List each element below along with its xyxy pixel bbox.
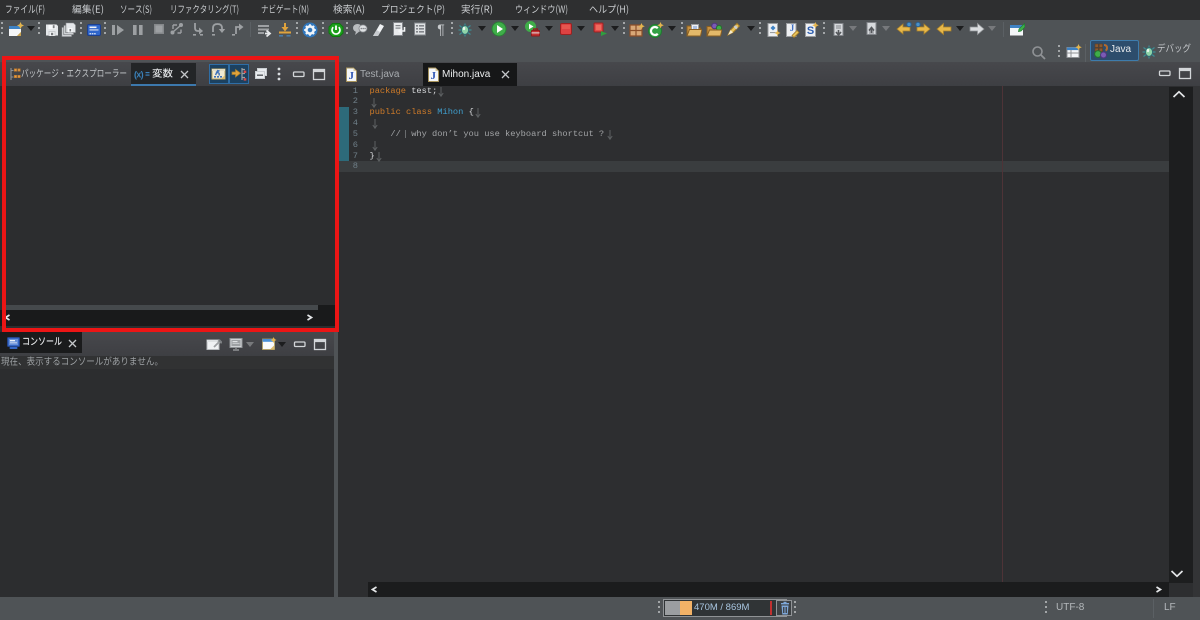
svg-text:¶: ¶ <box>437 21 445 37</box>
svg-text:J: J <box>348 70 354 82</box>
svg-text:S: S <box>807 25 814 37</box>
svg-text:J: J <box>790 23 795 33</box>
svg-text:J: J <box>430 70 436 82</box>
